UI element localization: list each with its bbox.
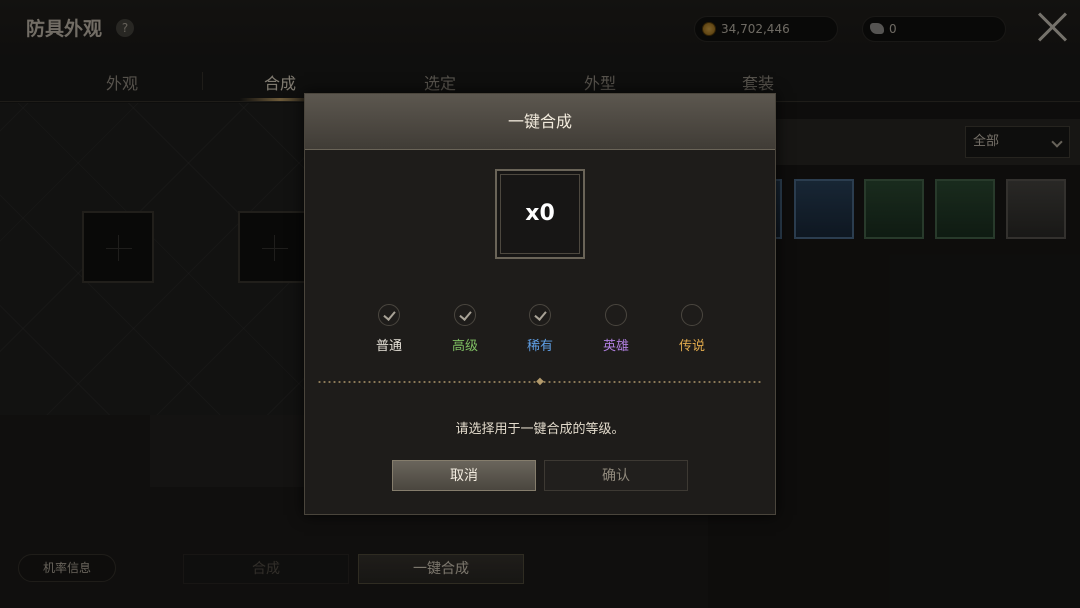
one-key-synthesis-dialog: 一键合成 x0 普通 高级 稀有 英雄 传说 ◆ 请选择用于一键合成的等级。 取… [304,93,776,515]
check-icon[interactable] [454,304,476,326]
check-icon[interactable] [529,304,551,326]
grade-label: 英雄 [602,339,629,354]
grade-label: 传说 [678,339,705,354]
synthesis-count: x0 [495,169,585,259]
cancel-button[interactable]: 取消 [392,460,536,491]
prompt-text: 请选择用于一键合成的等级。 [455,422,625,437]
grade-label: 普通 [375,339,402,354]
grade-label: 高级 [451,339,478,354]
check-circle-icon[interactable] [681,304,703,326]
confirm-button[interactable]: 确认 [544,460,688,491]
check-icon[interactable] [378,304,400,326]
grade-option-advanced[interactable]: 高级 [430,304,500,354]
grade-option-rare[interactable]: 稀有 [505,304,575,354]
ornament-icon: ◆ [536,376,544,387]
grade-label: 稀有 [526,339,553,354]
grade-option-hero[interactable]: 英雄 [581,304,651,354]
check-circle-icon[interactable] [605,304,627,326]
dialog-title: 一键合成 [305,94,775,150]
grade-option-normal[interactable]: 普通 [354,304,424,354]
grade-option-legend[interactable]: 传说 [657,304,727,354]
